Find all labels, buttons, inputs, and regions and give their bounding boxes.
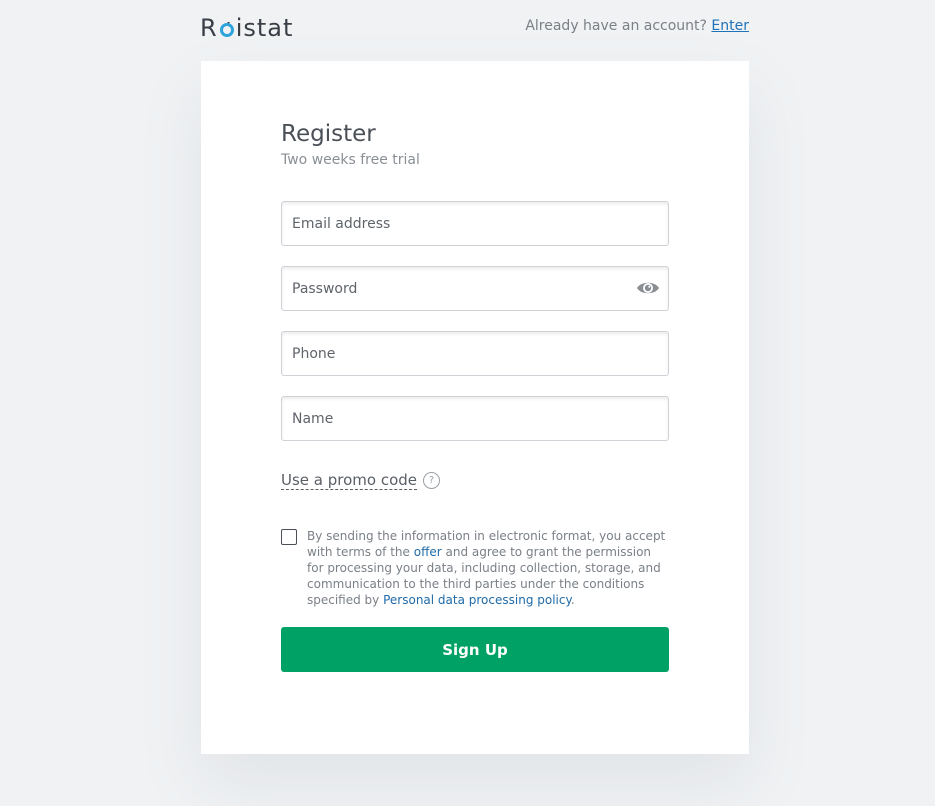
name-field[interactable]	[281, 396, 669, 441]
sign-up-button[interactable]: Sign Up	[281, 627, 669, 672]
privacy-policy-link[interactable]: Personal data processing policy	[383, 593, 571, 607]
login-prompt: Already have an account? Enter	[525, 18, 749, 34]
page-title: Register	[281, 121, 376, 147]
password-field[interactable]	[281, 266, 669, 311]
email-field[interactable]	[281, 201, 669, 246]
page-subtitle: Two weeks free trial	[281, 152, 420, 168]
phone-field-wrapper	[281, 331, 669, 376]
consent-text: By sending the information in electronic…	[307, 528, 667, 608]
eye-icon[interactable]	[636, 278, 660, 298]
register-form: Register Two weeks free trial Email addr…	[281, 119, 669, 672]
phone-field[interactable]	[281, 331, 669, 376]
consent-checkbox[interactable]	[281, 529, 297, 545]
promo-code-link[interactable]: Use a promo code	[281, 471, 418, 490]
login-prompt-text: Already have an account?	[525, 18, 707, 34]
register-card: Register Two weeks free trial Email addr…	[201, 61, 749, 754]
consent-row: By sending the information in electronic…	[281, 528, 669, 608]
consent-text-part3: .	[570, 593, 575, 607]
logo-text-prefix: R	[200, 14, 218, 42]
form-fields	[281, 201, 669, 441]
logo-ring-icon	[219, 22, 235, 38]
offer-link[interactable]: offer	[414, 545, 442, 559]
question-circle-icon[interactable]: ?	[423, 471, 441, 489]
email-field-wrapper	[281, 201, 669, 246]
logo-text-suffix: istat	[235, 14, 294, 42]
logo: R istat	[200, 12, 293, 44]
password-field-wrapper	[281, 266, 669, 311]
login-link[interactable]: Enter	[711, 18, 749, 34]
name-field-wrapper	[281, 396, 669, 441]
promo-row: Use a promo code ?	[281, 468, 669, 492]
